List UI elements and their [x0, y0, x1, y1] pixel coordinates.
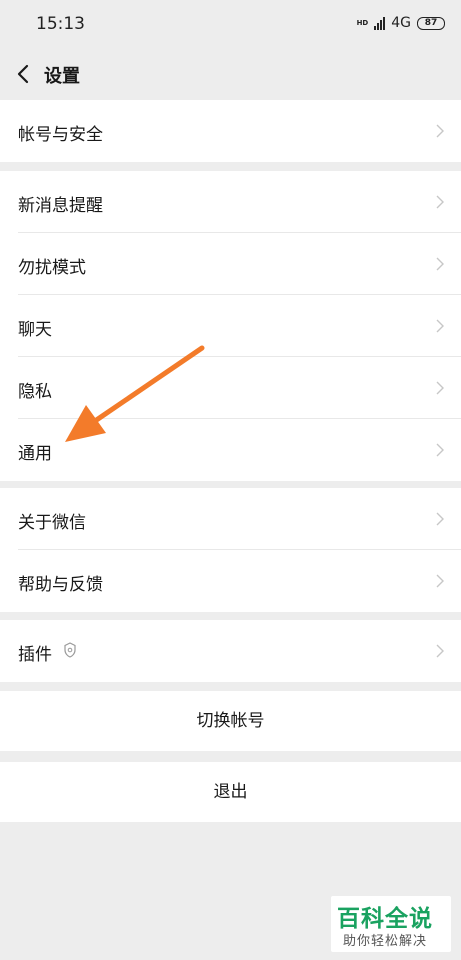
hd-badge: HD: [356, 18, 369, 27]
chevron-right-icon: [436, 319, 444, 333]
switch-account-label: 切换帐号: [196, 711, 265, 731]
settings-item-label: 帐号与安全: [18, 125, 103, 145]
settings-item-notifications[interactable]: 新消息提醒: [0, 171, 461, 233]
settings-item-label: 勿扰模式: [18, 258, 86, 278]
settings-group-main: 新消息提醒 勿扰模式 聊天 隐私 通用: [0, 171, 461, 481]
chevron-right-icon: [436, 512, 444, 526]
back-arrow-icon[interactable]: [14, 62, 36, 86]
settings-item-label: 新消息提醒: [18, 196, 103, 216]
settings-group-account: 帐号与安全: [0, 100, 461, 162]
settings-item-about-wechat[interactable]: 关于微信: [0, 488, 461, 550]
settings-item-plugins[interactable]: 插件: [0, 620, 461, 682]
settings-item-do-not-disturb[interactable]: 勿扰模式: [0, 233, 461, 295]
network-type: 4G: [391, 15, 411, 31]
settings-item-label: 聊天: [18, 320, 52, 340]
chevron-right-icon: [436, 443, 444, 457]
settings-item-chat[interactable]: 聊天: [0, 295, 461, 357]
settings-item-label: 通用: [18, 444, 52, 464]
watermark-logo: 百科全说 助你轻松解决: [331, 896, 451, 952]
page-title: 设置: [44, 66, 80, 87]
settings-item-label: 帮助与反馈: [18, 575, 103, 595]
chevron-right-icon: [436, 644, 444, 658]
settings-item-account-security[interactable]: 帐号与安全: [0, 100, 461, 162]
battery-icon: 87: [417, 16, 445, 30]
settings-item-label: 插件: [18, 645, 52, 665]
chevron-right-icon: [436, 381, 444, 395]
switch-account-button[interactable]: 切换帐号: [0, 691, 461, 751]
settings-item-privacy[interactable]: 隐私: [0, 357, 461, 419]
chevron-right-icon: [436, 124, 444, 138]
settings-item-label: 关于微信: [18, 513, 86, 533]
logout-label: 退出: [213, 782, 248, 802]
status-indicators: HD 4G 87: [357, 15, 445, 31]
nav-bar: 设置: [0, 50, 461, 98]
settings-group-about: 关于微信 帮助与反馈: [0, 488, 461, 612]
watermark-subtitle: 助你轻松解决: [343, 934, 428, 949]
chevron-right-icon: [436, 257, 444, 271]
settings-item-help-feedback[interactable]: 帮助与反馈: [0, 550, 461, 612]
settings-item-general[interactable]: 通用: [0, 419, 461, 481]
watermark-title: 百科全说: [337, 906, 433, 932]
chevron-right-icon: [436, 574, 444, 588]
status-time: 15:13: [36, 14, 85, 34]
signal-icon: [374, 16, 386, 30]
chevron-right-icon: [436, 195, 444, 209]
status-bar: 15:13 HD 4G 87: [0, 0, 461, 50]
settings-group-plugins: 插件: [0, 620, 461, 682]
logout-button[interactable]: 退出: [0, 762, 461, 822]
plugin-shield-icon: [64, 642, 76, 658]
settings-item-label: 隐私: [18, 382, 52, 402]
